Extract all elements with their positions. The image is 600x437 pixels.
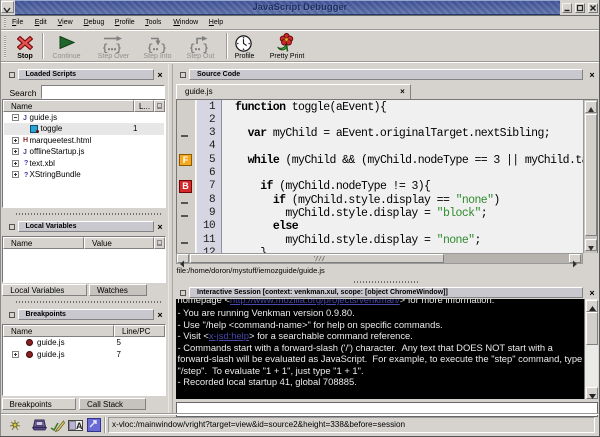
svg-text:{: { (147, 43, 153, 53)
svg-text:{: { (189, 43, 195, 53)
svg-text:A: A (76, 421, 83, 431)
svg-text:{: { (102, 43, 108, 53)
svg-text:}: } (203, 43, 209, 53)
svg-text:}: } (116, 43, 122, 53)
svg-text:}: } (161, 43, 167, 53)
